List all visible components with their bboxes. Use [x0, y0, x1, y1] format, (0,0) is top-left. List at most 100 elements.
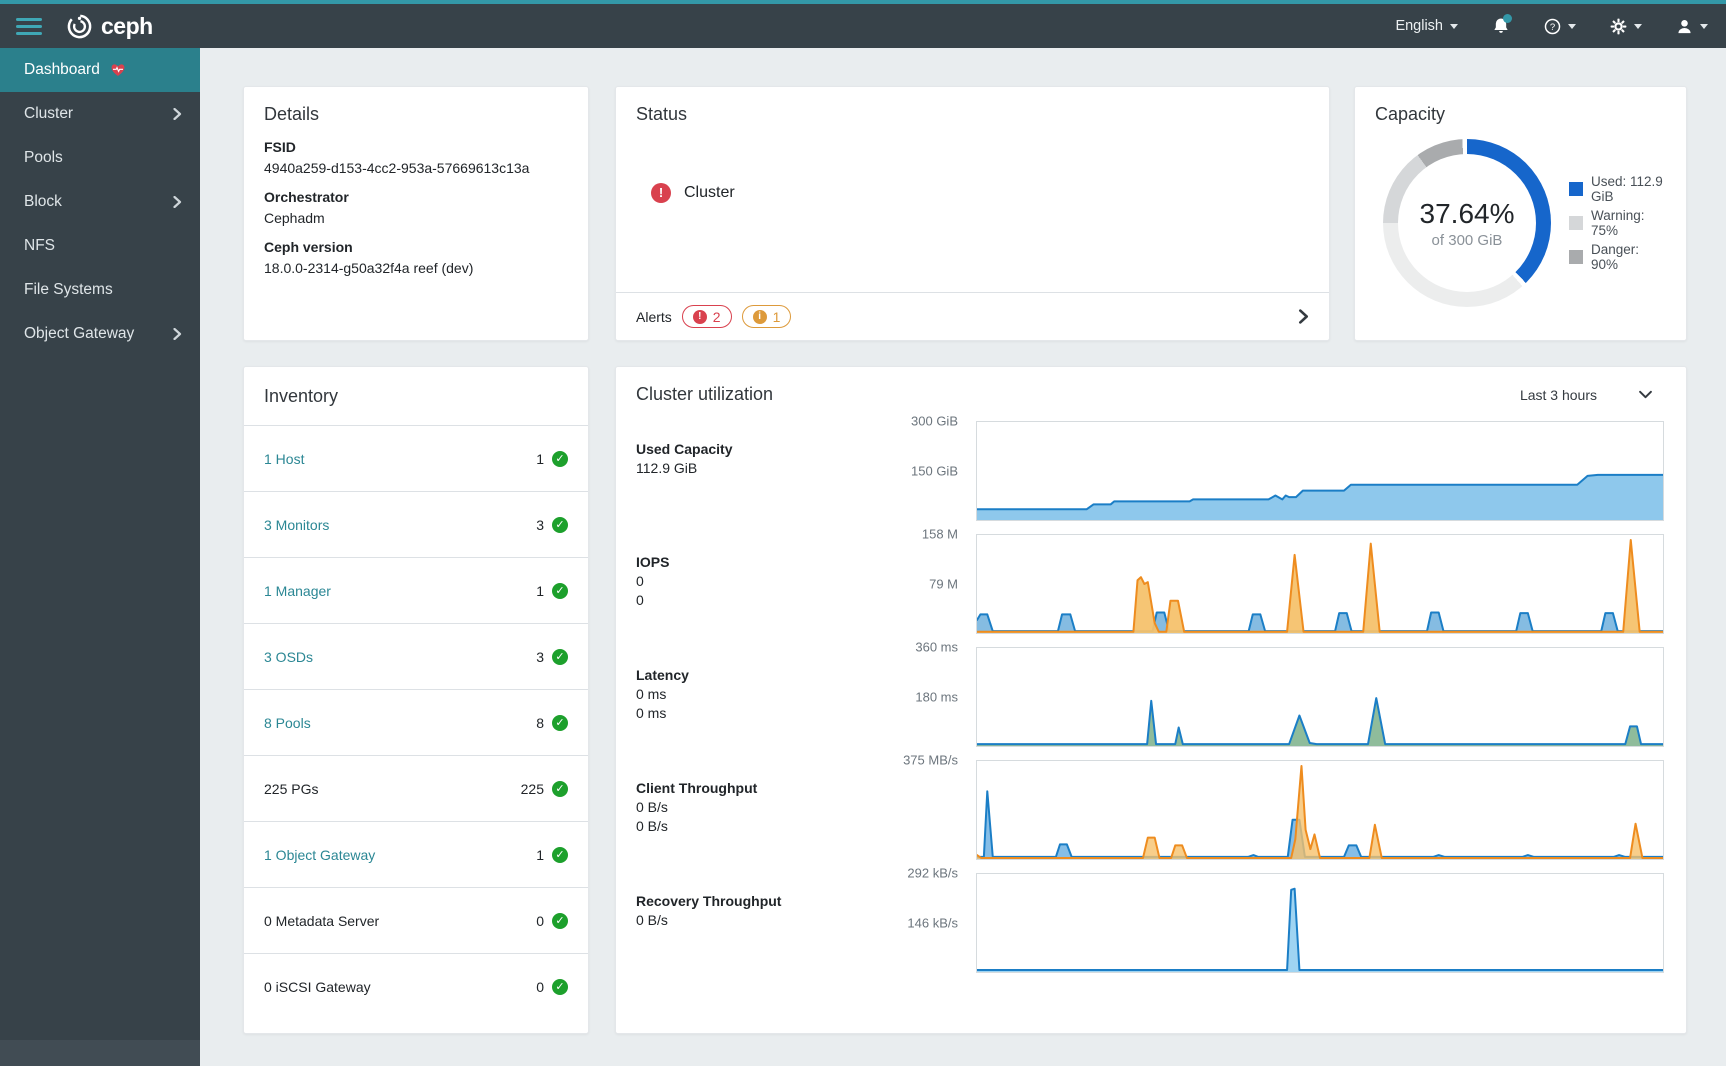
sparkline-chart-recovery_throughput [976, 873, 1664, 973]
time-range-label: Last 3 hours [1520, 387, 1597, 403]
brand-name: ceph [101, 13, 153, 40]
language-dropdown[interactable]: English [1395, 18, 1458, 34]
bell-icon [1492, 17, 1510, 35]
language-label: English [1395, 18, 1443, 34]
inventory-row: 3 Monitors3✓ [244, 491, 588, 557]
inventory-label: 0 Metadata Server [264, 913, 379, 929]
cluster-utilization-card: Cluster utilization Last 3 hours Used Ca… [615, 366, 1687, 1034]
settings-dropdown[interactable] [1610, 18, 1642, 35]
inventory-row: 1 Host 1 ✓ [244, 425, 588, 491]
ceph-logo-icon [66, 13, 93, 40]
notifications-button[interactable] [1492, 17, 1510, 35]
chart-axis-ticks: 158 M79 M [886, 534, 976, 634]
y-axis-tick: 360 ms [915, 640, 958, 655]
sidebar-item-nfs[interactable]: NFS [0, 224, 200, 268]
count-value: 0 [536, 979, 544, 995]
count-value: 1 [536, 583, 544, 599]
sidebar-item-cluster[interactable]: Cluster [0, 92, 200, 136]
sidebar-item-label: Dashboard [24, 61, 100, 79]
chart-current-value: 0 B/s [636, 912, 886, 928]
chart-labels: Client Throughput0 B/s0 B/s [636, 760, 886, 860]
chart-axis-ticks: 300 GiB150 GiB [886, 421, 976, 521]
details-field-label: Ceph version [264, 239, 568, 255]
legend-swatch [1569, 216, 1583, 230]
status-footer: Alerts !2 i1 [616, 292, 1329, 340]
sidebar-item-dashboard[interactable]: Dashboard [0, 48, 200, 92]
inventory-count: 8✓ [536, 715, 568, 731]
inventory-link[interactable]: 8 Pools [264, 715, 311, 731]
count-value: 1 [536, 451, 544, 467]
alert-badge-warning[interactable]: i1 [742, 305, 792, 328]
sidebar-item-object-gateway[interactable]: Object Gateway [0, 312, 200, 356]
chart-current-value: 0 [636, 592, 886, 608]
alert-badge-danger[interactable]: !2 [682, 305, 732, 328]
chart-row-latency: Latency0 ms0 ms360 ms180 ms [636, 647, 1664, 747]
legend-label: Warning: 75% [1591, 208, 1666, 238]
inventory-list: 1 Host1✓3 Monitors3✓1 Manager1✓3 OSDs3✓8… [244, 425, 588, 1019]
check-circle-icon: ✓ [552, 913, 568, 929]
y-axis-tick: 158 M [922, 527, 958, 542]
capacity-donut-chart: 37.64% of 300 GiB [1383, 139, 1551, 307]
heart-pulse-icon [110, 62, 126, 78]
help-icon: ? [1544, 18, 1561, 35]
alert-badges: !2 i1 [672, 305, 792, 328]
sidebar: Dashboard Cluster Pools Block NFSFile System… [0, 48, 200, 1066]
alerts-label: Alerts [636, 309, 672, 325]
sidebar-item-label: Object Gateway [24, 325, 134, 343]
main-content: Details FSID4940a259-d153-4cc2-953a-5766… [200, 48, 1726, 1066]
sidebar-item-label: Block [24, 193, 62, 211]
chart-current-value: 112.9 GiB [636, 460, 886, 476]
inventory-count: 3✓ [536, 649, 568, 665]
time-range-dropdown[interactable]: Last 3 hours [1520, 387, 1664, 403]
ceph-logo[interactable]: ceph [66, 13, 153, 40]
exclamation-circle-icon: ! [693, 310, 707, 324]
capacity-body: 37.64% of 300 GiB Used: 112.9 GiB Warning… [1375, 139, 1666, 307]
count-value: 0 [536, 913, 544, 929]
count-value: 1 [536, 847, 544, 863]
alert-count: 1 [773, 309, 781, 325]
count-value: 3 [536, 649, 544, 665]
details-card: Details FSID4940a259-d153-4cc2-953a-5766… [243, 86, 589, 341]
count-value: 8 [536, 715, 544, 731]
menu-toggle-button[interactable] [14, 14, 44, 39]
inventory-row: 3 OSDs 3✓ [244, 623, 588, 689]
sparkline-chart-iops [976, 534, 1664, 634]
check-circle-icon: ✓ [552, 451, 568, 467]
inventory-count: 1✓ [536, 847, 568, 863]
details-field-label: FSID [264, 139, 568, 155]
chart-current-value: 0 B/s [636, 799, 886, 815]
inventory-link[interactable]: 3 OSDs [264, 649, 313, 665]
inventory-link[interactable]: 3 Monitors [264, 517, 329, 533]
status-title: Status [636, 104, 1309, 125]
sidebar-item-pools[interactable]: Pools [0, 136, 200, 180]
chart-labels: Used Capacity112.9 GiB [636, 421, 886, 521]
help-dropdown[interactable]: ? [1544, 18, 1576, 35]
chart-current-value: 0 ms [636, 705, 886, 721]
chevron-right-icon [173, 328, 182, 340]
capacity-legend-item: Danger: 90% [1569, 242, 1666, 272]
utilization-title: Cluster utilization [636, 384, 773, 405]
chart-row-client_throughput: Client Throughput0 B/s0 B/s375 MB/s [636, 760, 1664, 860]
check-circle-icon: ✓ [552, 517, 568, 533]
capacity-legend-item: Used: 112.9 GiB [1569, 174, 1666, 204]
y-axis-tick: 300 GiB [911, 414, 958, 429]
inventory-link[interactable]: 1 Manager [264, 583, 331, 599]
inventory-link[interactable]: 1 Host [264, 451, 304, 467]
check-circle-icon: ✓ [552, 583, 568, 599]
utilization-charts: Used Capacity112.9 GiB300 GiB150 GiBIOPS… [636, 421, 1664, 973]
inventory-row: 1 Object Gateway1✓ [244, 821, 588, 887]
capacity-card: Capacity 37.64% of 300 GiB Used: 112.9 G… [1354, 86, 1687, 341]
check-circle-icon: ✓ [552, 847, 568, 863]
details-fields: FSID4940a259-d153-4cc2-953a-57669613c13a… [264, 139, 568, 276]
inventory-link[interactable]: 1 Object Gateway [264, 847, 375, 863]
chart-current-value: 0 [636, 573, 886, 589]
chart-row-used_capacity: Used Capacity112.9 GiB300 GiB150 GiB [636, 421, 1664, 521]
sidebar-item-block[interactable]: Block [0, 180, 200, 224]
alerts-expand-button[interactable] [1298, 309, 1309, 324]
sidebar-item-label: Pools [24, 149, 63, 167]
sidebar-item-file-systems[interactable]: File Systems [0, 268, 200, 312]
user-dropdown[interactable] [1676, 18, 1708, 35]
y-axis-tick: 375 MB/s [903, 753, 958, 768]
bottom-cards-row: Inventory 1 Host1✓3 Monitors3✓1 Manager1… [243, 366, 1687, 1034]
inventory-count: 0✓ [536, 979, 568, 995]
